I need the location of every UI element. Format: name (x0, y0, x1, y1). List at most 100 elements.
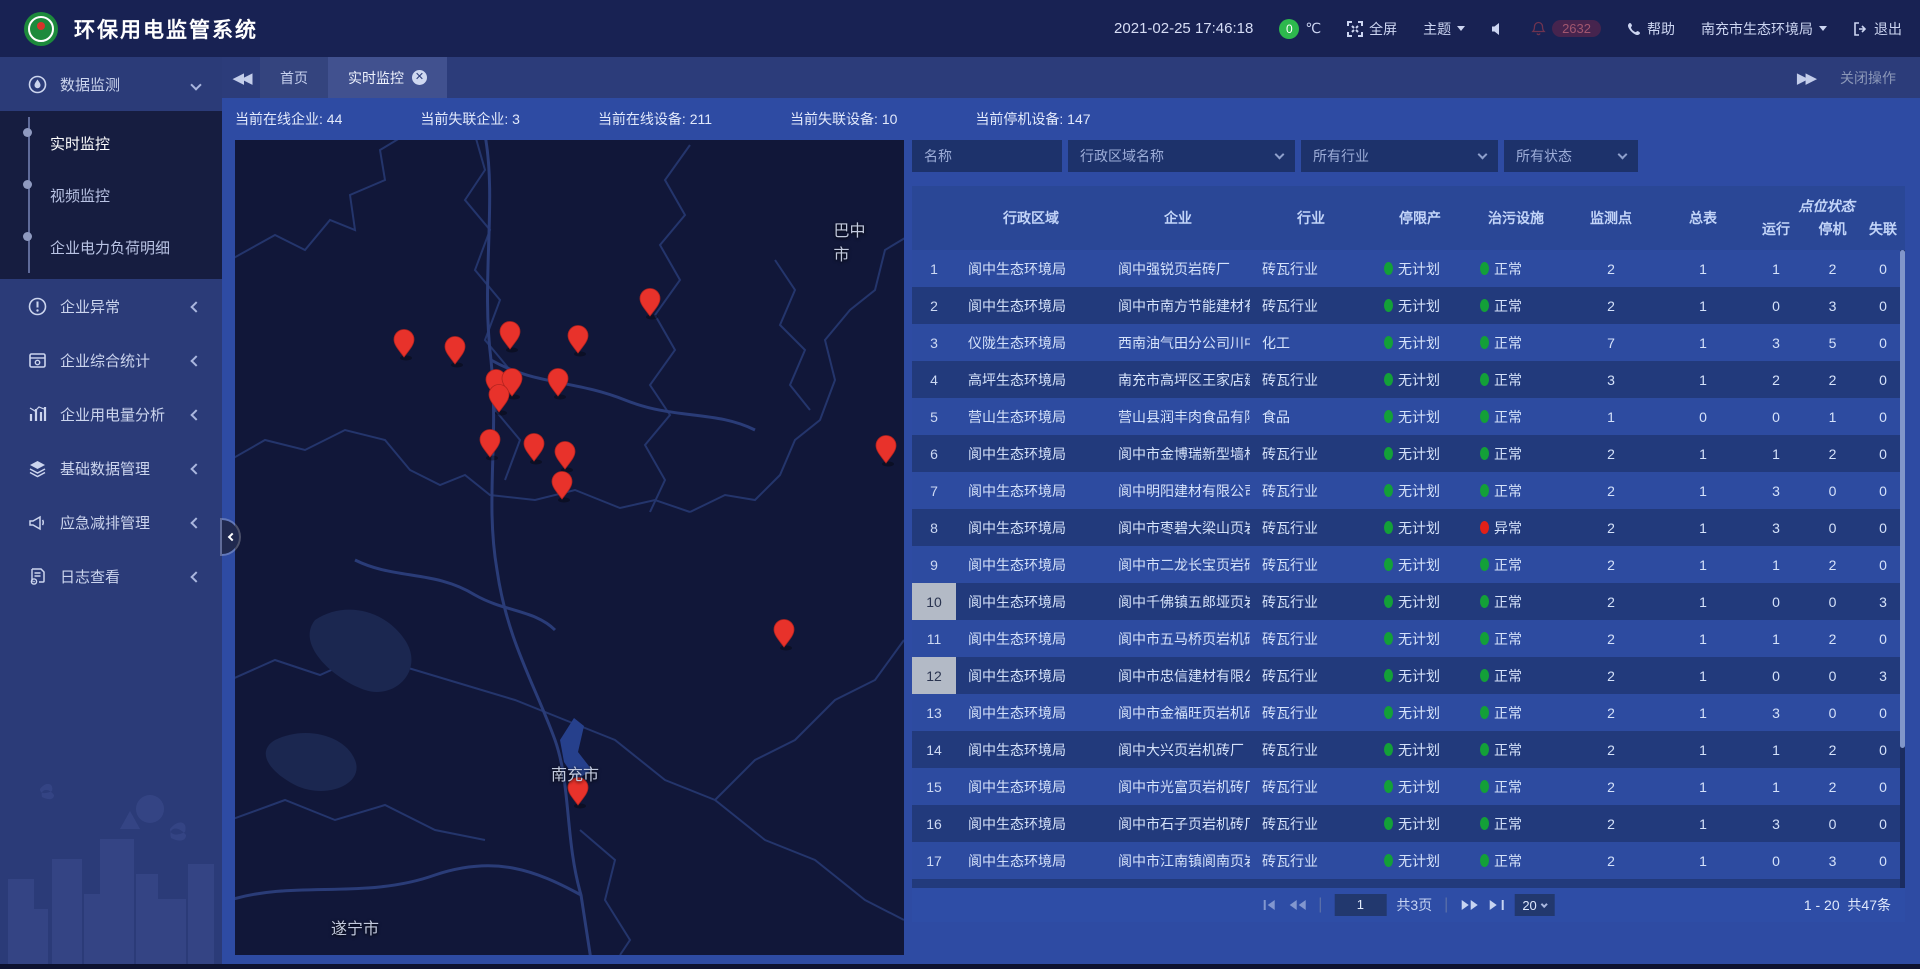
notification-area[interactable]: 2632 (1531, 20, 1601, 37)
sidebar-item-2[interactable]: 企业综合统计 (0, 333, 222, 387)
cell-run: 1 (1748, 250, 1804, 287)
table-row-9[interactable]: 9阆中生态环境局阆中市二龙长宝页岩砖砖瓦行业无计划正常21120 (912, 546, 1905, 583)
status-dot (1480, 521, 1489, 534)
cell-meters: 1 (1658, 324, 1748, 361)
cell-lost: 0 (1861, 324, 1905, 361)
logout-button[interactable]: 退出 (1853, 19, 1902, 39)
table-row-13[interactable]: 13阆中生态环境局阆中市金福旺页岩机砖砖瓦行业无计划正常21300 (912, 694, 1905, 731)
last-page-button[interactable] (1488, 899, 1504, 911)
col-header-监测点[interactable]: 监测点 (1564, 186, 1658, 250)
table-row-18[interactable]: 18南部生态环境局南部县雅化工业有限公民爆行业无计划正常60060 (912, 879, 1905, 888)
table-row-2[interactable]: 2阆中生态环境局阆中市南方节能建材有砖瓦行业无计划正常21030 (912, 287, 1905, 324)
cell-region: 阆中生态环境局 (956, 805, 1106, 842)
cell-company: 阆中市石子页岩机砖厂 (1106, 805, 1250, 842)
cell-industry: 砖瓦行业 (1250, 509, 1372, 546)
status-select[interactable]: 所有状态 (1504, 140, 1638, 172)
cell-run: 0 (1748, 398, 1804, 435)
table-row-12[interactable]: 12阆中生态环境局阆中市忠信建材有限公砖瓦行业无计划正常21003 (912, 657, 1905, 694)
table-body: 1阆中生态环境局阆中强锐页岩砖厂砖瓦行业无计划正常211202阆中生态环境局阆中… (912, 250, 1905, 888)
table-row-3[interactable]: 3仪陇生态环境局西南油气田分公司川中化工无计划正常71350 (912, 324, 1905, 361)
col-header-行业[interactable]: 行业 (1250, 186, 1372, 250)
cell-meters: 1 (1658, 472, 1748, 509)
table-row-4[interactable]: 4高坪生态环境局南充市高坪区王家店建砖瓦行业无计划正常31220 (912, 361, 1905, 398)
cell-lost: 0 (1861, 620, 1905, 657)
region-select[interactable]: 行政区域名称 (1068, 140, 1295, 172)
map-panel[interactable]: 巴中市南充市遂宁市 (235, 140, 904, 955)
cell-region: 阆中生态环境局 (956, 583, 1106, 620)
col-header-停限产[interactable]: 停限产 (1372, 186, 1468, 250)
col-subheader-停机[interactable]: 停机 (1804, 216, 1861, 250)
sidebar-item-5[interactable]: 应急减排管理 (0, 495, 222, 549)
page-number-input[interactable]: 1 (1334, 894, 1386, 916)
table-row-17[interactable]: 17阆中生态环境局阆中市江南镇阆南页岩砖瓦行业无计划正常21030 (912, 842, 1905, 879)
help-button[interactable]: 帮助 (1627, 19, 1675, 39)
table-row-15[interactable]: 15阆中生态环境局阆中市光富页岩机砖厂砖瓦行业无计划正常21120 (912, 768, 1905, 805)
stats-bar: 当前在线企业: 44当前失联企业: 3当前在线设备: 211当前失联设备: 10… (222, 98, 1920, 140)
cell-lost: 0 (1861, 472, 1905, 509)
submenu-item-视频监控[interactable]: 视频监控 (0, 169, 222, 221)
status-dot (1384, 336, 1393, 349)
table-row-16[interactable]: 16阆中生态环境局阆中市石子页岩机砖厂砖瓦行业无计划正常21300 (912, 805, 1905, 842)
table-row-11[interactable]: 11阆中生态环境局阆中市五马桥页岩机砖砖瓦行业无计划正常21120 (912, 620, 1905, 657)
submenu-item-企业电力负荷明细[interactable]: 企业电力负荷明细 (0, 221, 222, 273)
table-row-8[interactable]: 8阆中生态环境局阆中市枣碧大梁山页岩砖瓦行业无计划异常21300 (912, 509, 1905, 546)
industry-select[interactable]: 所有行业 (1301, 140, 1498, 172)
col-subheader-运行[interactable]: 运行 (1748, 216, 1804, 250)
col-header-企业[interactable]: 企业 (1106, 186, 1250, 250)
status-dot (1384, 558, 1393, 571)
fullscreen-button[interactable]: 全屏 (1347, 19, 1397, 39)
tab-首页[interactable]: 首页 (260, 57, 328, 98)
tab-实时监控[interactable]: 实时监控✕ (328, 57, 447, 98)
cell-lost: 0 (1861, 546, 1905, 583)
cell-stop-status: 无计划 (1372, 398, 1468, 435)
tabs-scroll-left-button[interactable]: ◀◀ (222, 57, 260, 98)
prev-page-button[interactable] (1288, 899, 1306, 911)
col-header-治污设施[interactable]: 治污设施 (1468, 186, 1564, 250)
table-row-5[interactable]: 5营山生态环境局营山县润丰肉食品有限食品无计划正常10010 (912, 398, 1905, 435)
table-row-7[interactable]: 7阆中生态环境局阆中明阳建材有限公司砖瓦行业无计划正常21300 (912, 472, 1905, 509)
cell-meters: 1 (1658, 435, 1748, 472)
mute-button[interactable] (1491, 22, 1505, 36)
submenu-item-实时监控[interactable]: 实时监控 (0, 117, 222, 169)
org-dropdown[interactable]: 南充市生态环境局 (1701, 19, 1827, 39)
cell-stop-status: 无计划 (1372, 435, 1468, 472)
sidebar-item-4[interactable]: 基础数据管理 (0, 441, 222, 495)
col-subheader-失联[interactable]: 失联 (1861, 216, 1905, 250)
cell-company: 阆中强锐页岩砖厂 (1106, 250, 1250, 287)
first-page-button[interactable] (1262, 899, 1278, 911)
table-row-14[interactable]: 14阆中生态环境局阆中大兴页岩机砖厂砖瓦行业无计划正常21120 (912, 731, 1905, 768)
page-size-select[interactable]: 20 (1514, 894, 1554, 916)
sidebar-item-0[interactable]: 数据监测 (0, 57, 222, 111)
chevron-down-icon (190, 79, 201, 90)
col-header-总表[interactable]: 总表 (1658, 186, 1748, 250)
next-page-button[interactable] (1460, 899, 1478, 911)
name-search-input[interactable]: 名称 (912, 140, 1062, 172)
col-header-行政区域[interactable]: 行政区域 (956, 186, 1106, 250)
stat-当前失联企业: 当前失联企业: 3 (420, 109, 520, 129)
cell-run: 3 (1748, 472, 1804, 509)
status-dot (1384, 484, 1393, 497)
cell-industry: 砖瓦行业 (1250, 472, 1372, 509)
sidebar-item-1[interactable]: 企业异常 (0, 279, 222, 333)
theme-dropdown[interactable]: 主题 (1423, 19, 1465, 39)
chevron-down-icon (1478, 150, 1488, 160)
tab-close-icon[interactable]: ✕ (412, 70, 427, 85)
cell-region: 阆中生态环境局 (956, 435, 1106, 472)
table-row-1[interactable]: 1阆中生态环境局阆中强锐页岩砖厂砖瓦行业无计划正常21120 (912, 250, 1905, 287)
sidebar-item-3[interactable]: 企业用电量分析 (0, 387, 222, 441)
cell-facility-status: 正常 (1468, 398, 1564, 435)
status-dot (1480, 743, 1489, 756)
cell-run: 1 (1748, 546, 1804, 583)
close-operations-button[interactable]: 关闭操作 (1840, 68, 1896, 88)
cell-run: 1 (1748, 768, 1804, 805)
table-row-6[interactable]: 6阆中生态环境局阆中市金博瑞新型墙材砖瓦行业无计划正常21120 (912, 435, 1905, 472)
table-scrollbar[interactable] (1900, 250, 1905, 888)
sidebar-item-6[interactable]: 日志查看 (0, 549, 222, 603)
cell-index: 15 (912, 768, 956, 805)
map-city-label-遂宁市: 遂宁市 (331, 915, 379, 939)
cell-stop-status: 无计划 (1372, 324, 1468, 361)
table-row-10[interactable]: 10阆中生态环境局阆中千佛镇五郎垭页岩砖瓦行业无计划正常21003 (912, 583, 1905, 620)
tabs-scroll-right-button[interactable]: ▶▶ (1797, 69, 1814, 87)
cell-meters: 1 (1658, 694, 1748, 731)
cell-halt: 2 (1804, 361, 1861, 398)
